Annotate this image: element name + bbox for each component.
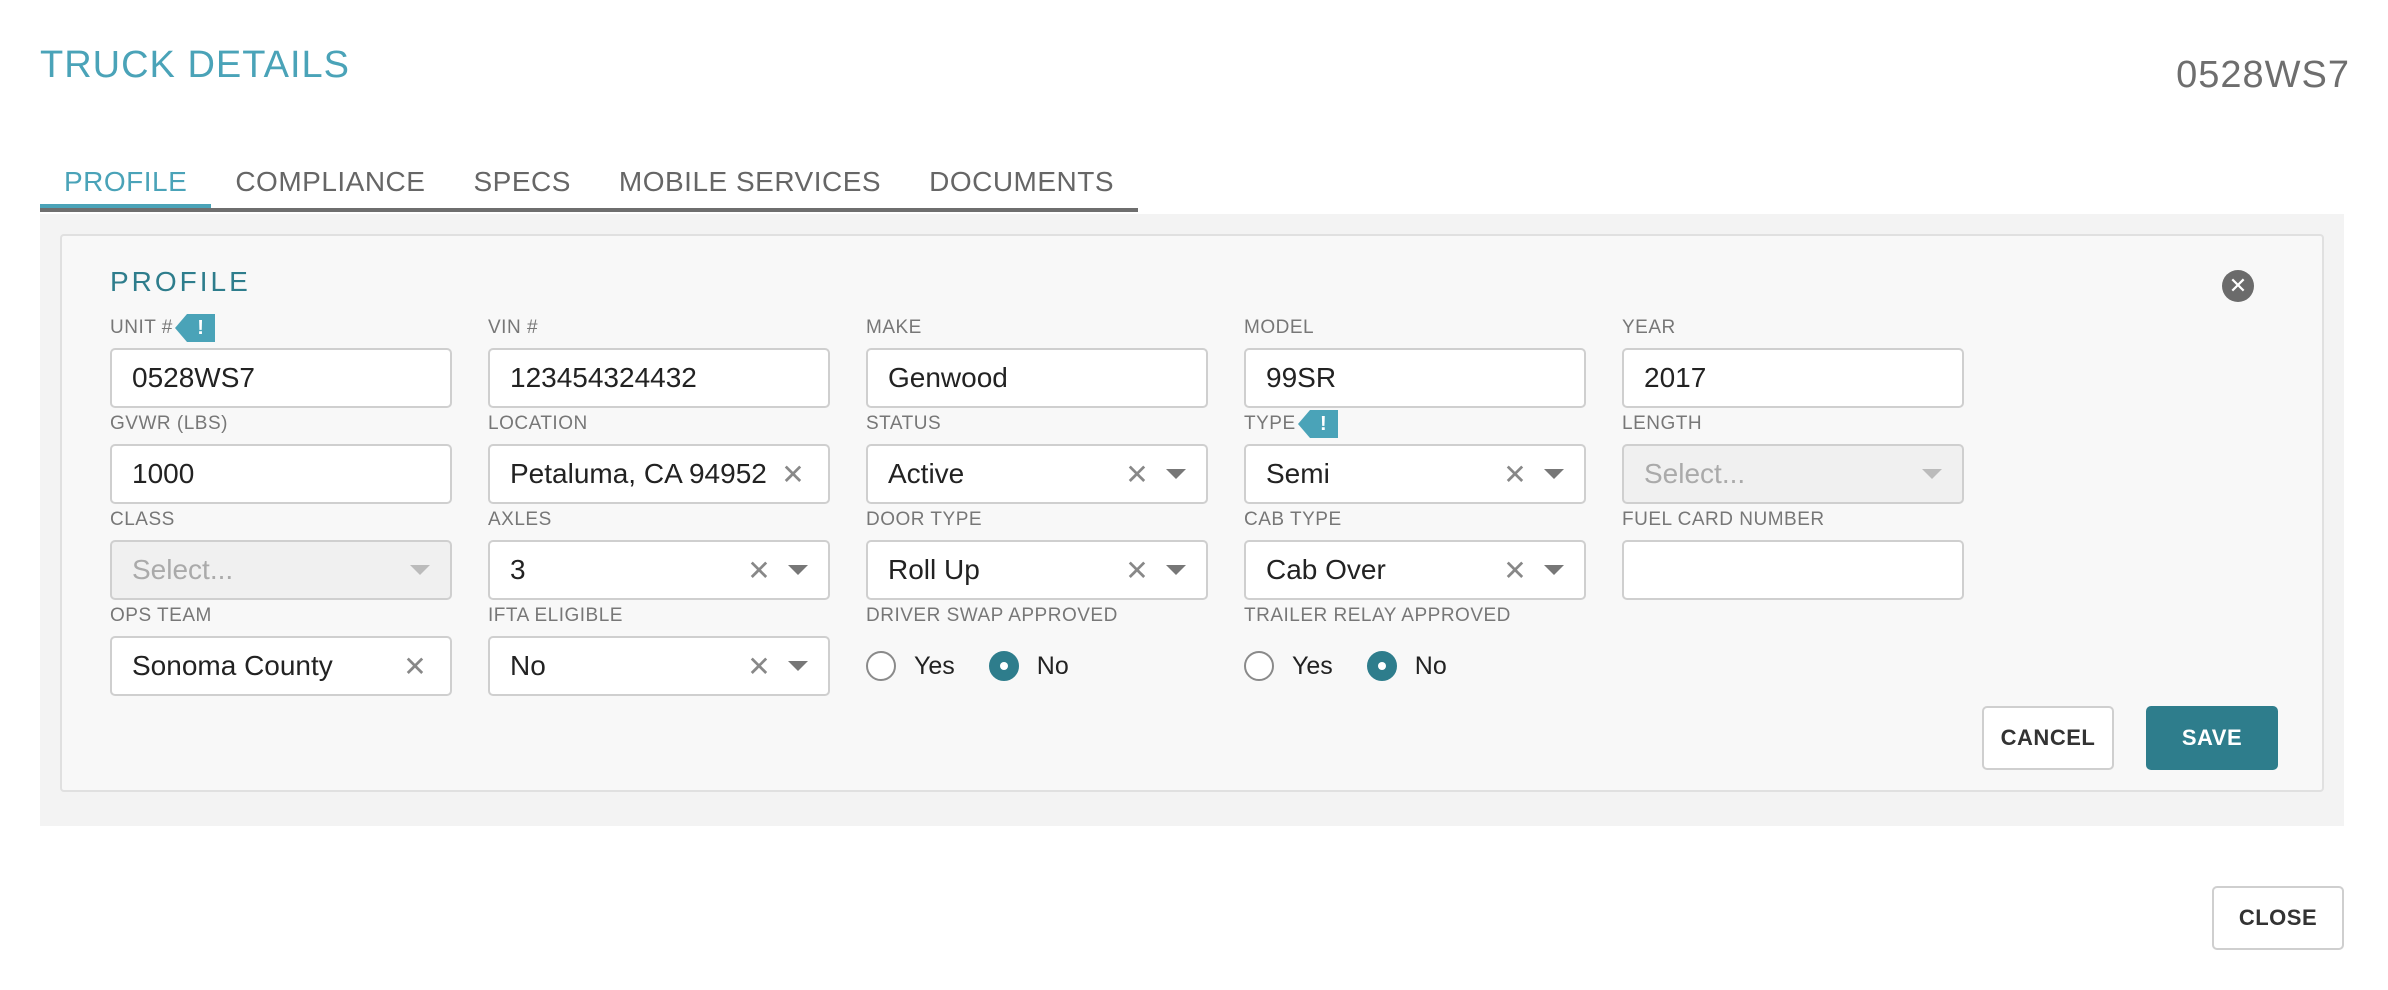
driver-swap-label: DRIVER SWAP APPROVED [866,605,1118,626]
tab-specs[interactable]: SPECS [449,162,594,208]
ops-team-field: OPS TEAM Sonoma County ✕ [110,602,452,696]
door-type-field: DOOR TYPE Roll Up ✕ [866,506,1208,600]
axles-field: AXLES 3 ✕ [488,506,830,600]
tab-profile[interactable]: PROFILE [40,162,212,208]
fuel-card-field: FUEL CARD NUMBER [1622,506,1964,600]
driver-swap-field: DRIVER SWAP APPROVED Yes No [866,602,1208,692]
class-label: CLASS [110,509,175,530]
chevron-down-icon[interactable] [1544,469,1564,479]
radio-checked-icon[interactable] [1366,651,1397,681]
tab-mobile-services[interactable]: MOBILE SERVICES [595,162,905,208]
tab-compliance[interactable]: COMPLIANCE [211,162,449,208]
clear-icon[interactable]: ✕ [1500,554,1530,587]
driver-swap-yes[interactable]: Yes [866,651,955,681]
ops-team-select[interactable]: Sonoma County ✕ [110,636,452,696]
cab-type-select[interactable]: Cab Over ✕ [1244,540,1586,600]
tab-bar: PROFILE COMPLIANCE SPECS MOBILE SERVICES… [40,162,1139,212]
truck-id: 0528WS7 [2176,54,2350,96]
class-select[interactable]: Select... [110,540,452,600]
gvwr-input[interactable]: 1000 [110,444,452,504]
cab-type-label: CAB TYPE [1244,509,1342,530]
year-input[interactable]: 2017 [1622,348,1964,408]
cancel-button[interactable]: CANCEL [1982,706,2114,770]
make-label: MAKE [866,317,922,338]
tab-documents[interactable]: DOCUMENTS [905,162,1138,208]
gvwr-field: GVWR (LBS) 1000 [110,410,452,504]
model-label: MODEL [1244,317,1315,338]
ifta-select[interactable]: No ✕ [488,636,830,696]
status-select[interactable]: Active ✕ [866,444,1208,504]
door-type-label: DOOR TYPE [866,509,983,530]
location-field: LOCATION Petaluma, CA 94952 ✕ [488,410,830,504]
chevron-down-icon[interactable] [1166,565,1186,575]
fuel-card-label: FUEL CARD NUMBER [1622,509,1825,530]
clear-icon[interactable]: ✕ [744,650,774,683]
unit-input[interactable]: 0528WS7 [110,348,452,408]
trailer-relay-field: TRAILER RELAY APPROVED Yes No [1244,602,1586,692]
unit-field: UNIT #! 0528WS7 [110,314,452,408]
chevron-down-icon[interactable] [410,565,430,575]
cab-type-field: CAB TYPE Cab Over ✕ [1244,506,1586,600]
location-select[interactable]: Petaluma, CA 94952 ✕ [488,444,830,504]
tab-panel: PROFILE ✕ UNIT #! 0528WS7 VIN # 12345432… [40,214,2344,826]
chevron-down-icon[interactable] [788,661,808,671]
type-label: TYPE [1244,413,1296,434]
axles-label: AXLES [488,509,552,530]
year-field: YEAR 2017 [1622,314,1964,408]
section-title: PROFILE [110,266,251,297]
radio-unchecked-icon[interactable] [866,651,896,681]
fuel-card-input[interactable] [1622,540,1964,600]
type-select[interactable]: Semi ✕ [1244,444,1586,504]
type-field: TYPE! Semi ✕ [1244,410,1586,504]
ifta-label: IFTA ELIGIBLE [488,605,623,626]
alert-flag-icon: ! [1297,410,1338,438]
year-label: YEAR [1622,317,1676,338]
model-input[interactable]: 99SR [1244,348,1586,408]
driver-swap-no[interactable]: No [988,651,1069,681]
gvwr-label: GVWR (LBS) [110,413,228,434]
chevron-down-icon[interactable] [1544,565,1564,575]
trailer-relay-radio-group: Yes No [1244,640,1586,692]
clear-icon[interactable]: ✕ [1122,554,1152,587]
location-label: LOCATION [488,413,588,434]
profile-card: PROFILE ✕ UNIT #! 0528WS7 VIN # 12345432… [60,234,2324,792]
class-field: CLASS Select... [110,506,452,600]
page-title: TRUCK DETAILS [40,44,351,86]
chevron-down-icon[interactable] [788,565,808,575]
clear-icon[interactable]: ✕ [400,650,430,683]
status-field: STATUS Active ✕ [866,410,1208,504]
vin-input[interactable]: 123454324432 [488,348,830,408]
ops-team-label: OPS TEAM [110,605,212,626]
radio-checked-icon[interactable] [988,651,1019,681]
ifta-field: IFTA ELIGIBLE No ✕ [488,602,830,696]
make-input[interactable]: Genwood [866,348,1208,408]
trailer-relay-no[interactable]: No [1366,651,1447,681]
length-select[interactable]: Select... [1622,444,1964,504]
length-label: LENGTH [1622,413,1703,434]
door-type-select[interactable]: Roll Up ✕ [866,540,1208,600]
chevron-down-icon[interactable] [1166,469,1186,479]
vin-label: VIN # [488,317,539,338]
vin-field: VIN # 123454324432 [488,314,830,408]
radio-unchecked-icon[interactable] [1244,651,1274,681]
axles-select[interactable]: 3 ✕ [488,540,830,600]
unit-label: UNIT # [110,317,173,338]
clear-icon[interactable]: ✕ [1500,458,1530,491]
close-circle-icon[interactable]: ✕ [2222,270,2254,302]
status-label: STATUS [866,413,942,434]
model-field: MODEL 99SR [1244,314,1586,408]
make-field: MAKE Genwood [866,314,1208,408]
clear-icon[interactable]: ✕ [1122,458,1152,491]
trailer-relay-label: TRAILER RELAY APPROVED [1244,605,1511,626]
save-button[interactable]: SAVE [2146,706,2278,770]
clear-icon[interactable]: ✕ [744,554,774,587]
alert-flag-icon: ! [174,314,215,342]
driver-swap-radio-group: Yes No [866,640,1208,692]
close-button[interactable]: CLOSE [2212,886,2344,950]
clear-icon[interactable]: ✕ [778,458,808,491]
chevron-down-icon[interactable] [1922,469,1942,479]
length-field: LENGTH Select... [1622,410,1964,504]
trailer-relay-yes[interactable]: Yes [1244,651,1333,681]
